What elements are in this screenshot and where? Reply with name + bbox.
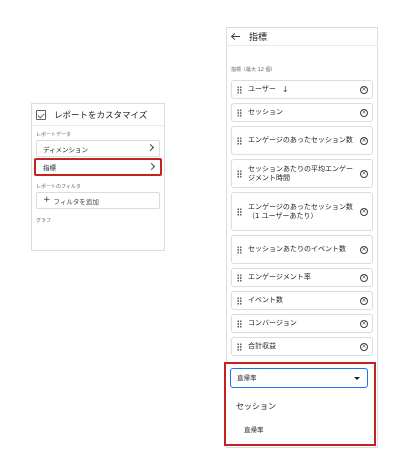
close-circle-icon[interactable]: × xyxy=(360,136,368,145)
metric-label: エンゲージのあったセッション数（1 ユーザーあたり） xyxy=(248,202,353,220)
metric-label: ユーザー xyxy=(248,85,276,93)
add-metric-dropdown-area: 直帰率 セッション 直帰率 xyxy=(224,362,376,446)
add-metric-select[interactable]: 直帰率 xyxy=(230,368,368,388)
metric-list: ユーザー ↓ × セッション × エンゲージのあったセッション数 × セッション… xyxy=(227,80,377,356)
drag-handle-icon[interactable] xyxy=(237,273,242,282)
close-circle-icon[interactable]: × xyxy=(360,108,368,117)
customize-report-title: レポートをカスタマイズ xyxy=(54,110,148,121)
dimensions-label: ディメンション xyxy=(43,145,89,154)
drag-handle-icon[interactable] xyxy=(237,108,242,117)
metric-item[interactable]: セッション × xyxy=(231,103,373,122)
drag-handle-icon[interactable] xyxy=(237,207,242,216)
add-metric-select-value: 直帰率 xyxy=(237,374,257,382)
metrics-row[interactable]: 指標 xyxy=(34,158,162,176)
metric-item[interactable]: 合計収益 × xyxy=(231,337,373,356)
dropdown-group-label: セッション xyxy=(236,402,276,411)
metric-item[interactable]: コンバージョン × xyxy=(231,314,373,333)
chevron-right-icon xyxy=(147,162,156,171)
close-circle-icon[interactable]: × xyxy=(360,319,368,328)
drag-handle-icon[interactable] xyxy=(237,342,242,351)
close-circle-icon[interactable]: × xyxy=(360,245,368,254)
metric-label: エンゲージメント率 xyxy=(248,273,311,281)
section-label-report-data: レポートデータ xyxy=(36,132,72,138)
add-filter-label: フィルタを追加 xyxy=(53,197,99,206)
drag-handle-icon[interactable] xyxy=(237,245,242,254)
section-label-graph: グラフ xyxy=(36,218,52,224)
metrics-panel-header: 指標 xyxy=(227,28,377,46)
drag-handle-icon[interactable] xyxy=(237,169,242,178)
back-arrow-icon[interactable] xyxy=(231,32,241,42)
customize-report-header: レポートをカスタマイズ xyxy=(32,104,164,126)
metrics-section-label: 指標（最大 12 個） xyxy=(231,67,276,73)
customize-icon xyxy=(36,109,46,120)
customize-report-panel: レポートをカスタマイズ レポートデータ ディメンション 指標 レポートのフィルタ… xyxy=(31,103,165,251)
add-filter-button[interactable]: + フィルタを追加 xyxy=(36,192,160,209)
metric-item[interactable]: ユーザー ↓ × xyxy=(231,80,373,99)
caret-down-icon xyxy=(354,377,360,380)
metric-item[interactable]: イベント数 × xyxy=(231,291,373,310)
metric-item[interactable]: エンゲージのあったセッション数 × xyxy=(231,126,373,155)
close-circle-icon[interactable]: × xyxy=(360,207,368,216)
metric-item[interactable]: エンゲージメント率 × xyxy=(231,268,373,287)
metric-label: イベント数 xyxy=(248,296,283,304)
drag-handle-icon[interactable] xyxy=(237,136,242,145)
metric-label: セッションあたりの平均エンゲージメント時間 xyxy=(248,164,353,182)
close-circle-icon[interactable]: × xyxy=(360,296,368,305)
metric-item[interactable]: セッションあたりのイベント数 × xyxy=(231,235,373,264)
section-label-filter: レポートのフィルタ xyxy=(36,184,81,190)
chevron-right-icon xyxy=(146,143,155,152)
dimensions-row[interactable]: ディメンション xyxy=(36,140,160,157)
metric-label: セッションあたりのイベント数 xyxy=(248,245,346,253)
arrow-down-icon[interactable]: ↓ xyxy=(282,85,289,94)
metrics-label: 指標 xyxy=(43,164,56,172)
dropdown-option[interactable]: 直帰率 xyxy=(244,424,264,434)
metric-label: コンバージョン xyxy=(248,319,297,327)
close-circle-icon[interactable]: × xyxy=(360,169,368,178)
drag-handle-icon[interactable] xyxy=(237,85,242,94)
drag-handle-icon[interactable] xyxy=(237,296,242,305)
metric-label: エンゲージのあったセッション数 xyxy=(248,136,353,144)
metric-item[interactable]: セッションあたりの平均エンゲージメント時間 × xyxy=(231,159,373,188)
metric-label: 合計収益 xyxy=(248,342,276,350)
metrics-panel-title: 指標 xyxy=(249,33,268,43)
close-circle-icon[interactable]: × xyxy=(360,273,368,282)
plus-icon: + xyxy=(43,195,51,205)
metric-label: セッション xyxy=(248,108,283,116)
metric-item[interactable]: エンゲージのあったセッション数（1 ユーザーあたり） × xyxy=(231,192,373,231)
close-circle-icon[interactable]: × xyxy=(360,85,368,94)
close-circle-icon[interactable]: × xyxy=(360,342,368,351)
drag-handle-icon[interactable] xyxy=(237,319,242,328)
